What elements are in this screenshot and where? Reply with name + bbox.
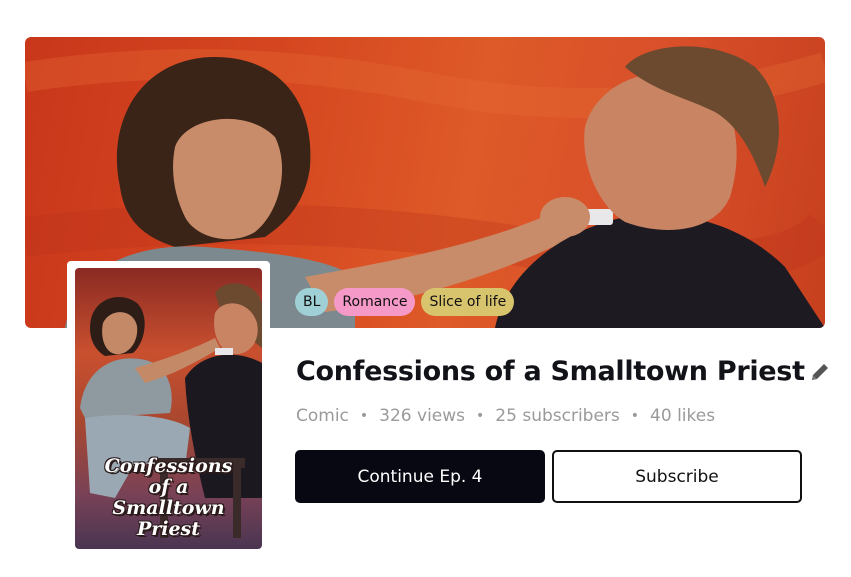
separator-dot: • [476, 408, 485, 424]
separator-dot: • [630, 408, 640, 424]
page-title: Confessions of a Smalltown Priest [296, 356, 805, 387]
cover-title-line-1: Confessions [104, 455, 233, 477]
views-count: 326 views [379, 406, 466, 426]
tag-bl[interactable]: BL [295, 288, 329, 316]
subscribe-button[interactable]: Subscribe [552, 450, 802, 503]
tag-slice-of-life[interactable]: Slice of life [421, 288, 515, 316]
cover-title-line-2: of a [148, 476, 189, 498]
genre-tags: BL Romance Slice of life [295, 288, 515, 316]
cover-image: Confessions of a Smalltown Priest [75, 268, 262, 549]
tag-romance[interactable]: Romance [334, 288, 416, 316]
series-stats: Comic • 326 views • 25 subscribers • 40 … [296, 406, 715, 426]
title-row: Confessions of a Smalltown Priest [296, 356, 831, 387]
cover-title-line-3: Smalltown [112, 497, 225, 519]
cover-title-line-4: Priest [136, 518, 201, 540]
subscribers-count: 25 subscribers [495, 406, 620, 426]
pencil-icon[interactable] [809, 361, 831, 383]
continue-episode-button[interactable]: Continue Ep. 4 [295, 450, 545, 503]
likes-count: 40 likes [650, 406, 716, 426]
series-type: Comic [296, 406, 349, 426]
separator-dot: • [359, 408, 369, 424]
